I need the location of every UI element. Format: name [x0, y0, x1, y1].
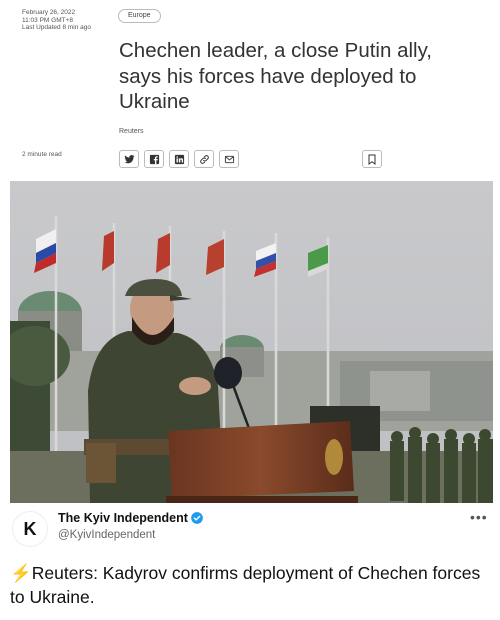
linkedin-icon: [174, 154, 184, 164]
read-time: 2 minute read: [22, 151, 62, 158]
article-photo: [10, 181, 493, 503]
kadyrov-speech-photo: [10, 181, 493, 503]
article-time: 11:03 PM GMT+8: [22, 16, 73, 24]
account-handle[interactable]: @KyivIndependent: [58, 529, 155, 541]
bookmark-icon: [368, 154, 376, 165]
article-date: February 26, 2022: [22, 9, 76, 16]
account-name[interactable]: The Kyiv Independent: [58, 511, 188, 525]
share-bar: [119, 150, 239, 168]
section-tag[interactable]: Europe: [118, 9, 161, 23]
more-options-icon[interactable]: •••: [470, 509, 488, 525]
verified-badge-icon: [191, 512, 203, 524]
tweet-header: K The Kyiv Independent @KyivIndependent …: [0, 503, 500, 550]
twitter-icon: [123, 154, 135, 163]
account-avatar[interactable]: K: [12, 511, 48, 547]
tweet-body: Reuters: Kadyrov confirms deployment of …: [10, 563, 481, 607]
article-updated: Last Updated 8 min ago: [22, 24, 92, 31]
email-icon: [224, 155, 234, 163]
lightning-icon: ⚡: [10, 563, 32, 583]
link-icon: [199, 154, 209, 164]
copy-link-button[interactable]: [194, 150, 214, 168]
article-headline: Chechen leader, a close Putin ally, says…: [119, 39, 433, 113]
bookmark-button[interactable]: [362, 150, 382, 168]
share-twitter-button[interactable]: [119, 150, 139, 168]
facebook-icon: [149, 154, 159, 164]
share-email-button[interactable]: [219, 150, 239, 168]
article-meta: February 26, 2022 11:03 PM GMT+8 Last Up…: [22, 9, 112, 32]
share-facebook-button[interactable]: [144, 150, 164, 168]
share-linkedin-button[interactable]: [169, 150, 189, 168]
tweet-text: ⚡Reuters: Kadyrov confirms deployment of…: [10, 561, 490, 609]
article-byline[interactable]: Reuters: [119, 128, 144, 135]
